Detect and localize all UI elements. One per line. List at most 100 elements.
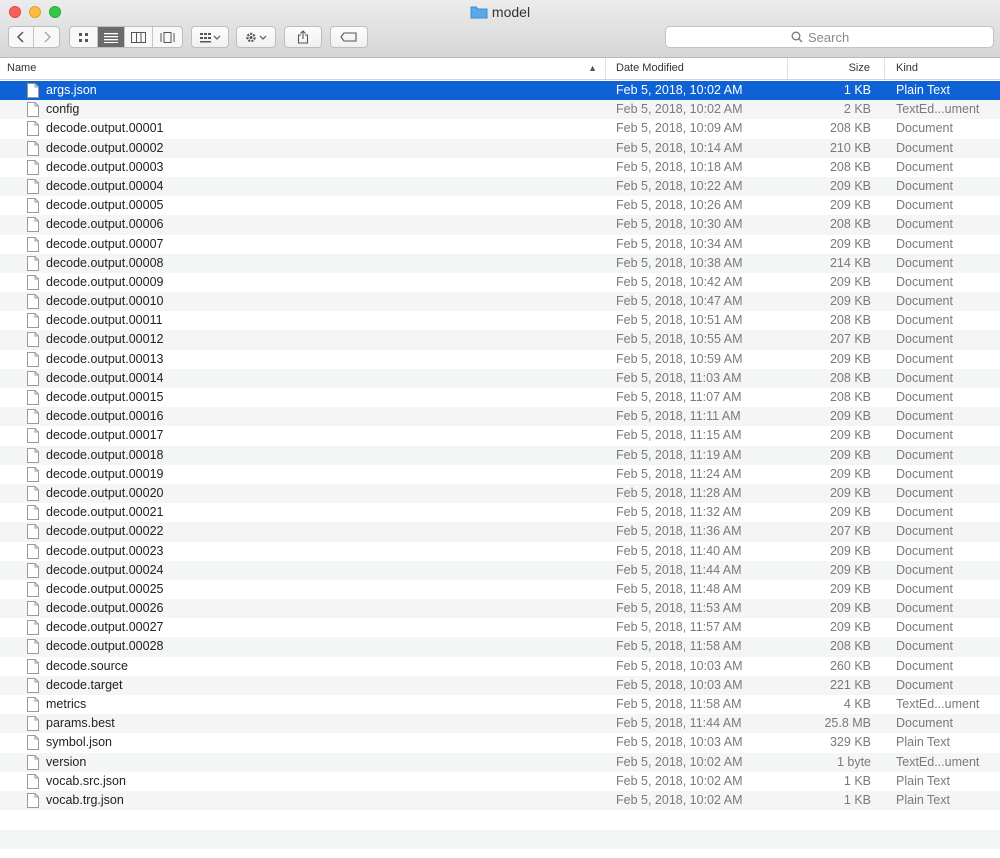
file-name: decode.output.00006 [46, 217, 164, 232]
file-row[interactable]: decode.output.00003 Feb 5, 2018, 10:18 AM… [0, 158, 1000, 177]
file-size: 208 KB [829, 121, 871, 136]
file-row[interactable]: decode.output.00010 Feb 5, 2018, 10:47 AM… [0, 292, 1000, 312]
document-icon [27, 332, 39, 348]
group-by-button[interactable] [191, 26, 229, 48]
file-size: 207 KB [829, 332, 871, 347]
file-kind: Document [896, 217, 953, 232]
file-row[interactable]: decode.output.00002 Feb 5, 2018, 10:14 AM… [0, 138, 1000, 158]
document-icon [27, 466, 39, 482]
chevron-right-icon [43, 31, 51, 43]
file-date-modified: Feb 5, 2018, 11:24 AM [616, 466, 742, 481]
file-row[interactable]: metrics Feb 5, 2018, 11:58 AM 4 KB TextEd..… [0, 695, 1000, 714]
file-row[interactable]: version Feb 5, 2018, 10:02 AM 1 byte TextEd… [0, 752, 1000, 772]
search-field[interactable] [665, 26, 994, 48]
file-size: 208 KB [829, 639, 871, 654]
tags-button[interactable] [330, 26, 368, 48]
file-row[interactable]: decode.output.00019 Feb 5, 2018, 11:24 AM… [0, 465, 1000, 484]
file-size: 260 KB [829, 658, 871, 673]
file-row[interactable]: vocab.src.json Feb 5, 2018, 10:02 AM 1 KB P… [0, 772, 1000, 791]
file-row[interactable]: decode.output.00024 Feb 5, 2018, 11:44 AM… [0, 560, 1000, 580]
column-header-name[interactable]: Name ▲ [0, 58, 606, 79]
file-size: 214 KB [829, 255, 871, 270]
icon-view-button[interactable] [70, 27, 98, 47]
file-row[interactable]: params.best Feb 5, 2018, 11:44 AM 25.8 MB D… [0, 714, 1000, 734]
cover-flow-button[interactable] [153, 27, 182, 47]
document-icon [27, 102, 39, 118]
file-row[interactable]: decode.output.00005 Feb 5, 2018, 10:26 AM… [0, 196, 1000, 215]
file-row[interactable]: args.json Feb 5, 2018, 10:02 AM 1 KB Plain … [0, 81, 1000, 101]
file-size: 4 KB [843, 697, 871, 711]
sort-ascending-icon: ▲ [588, 63, 597, 73]
file-size: 1 KB [843, 773, 871, 788]
file-row[interactable]: decode.output.00011 Feb 5, 2018, 10:51 AM… [0, 311, 1000, 330]
back-button[interactable] [9, 27, 35, 47]
file-row[interactable]: decode.output.00009 Feb 5, 2018, 10:42 AM… [0, 273, 1000, 292]
file-name: decode.output.00026 [46, 601, 164, 616]
forward-button[interactable] [34, 27, 59, 47]
file-size: 1 byte [836, 754, 871, 769]
document-icon [27, 792, 39, 808]
file-date-modified: Feb 5, 2018, 11:53 AM [616, 601, 742, 616]
file-row[interactable]: decode.output.00018 Feb 5, 2018, 11:19 AM… [0, 445, 1000, 465]
view-mode-control [69, 26, 183, 48]
list-view-button[interactable] [97, 27, 126, 47]
document-icon [27, 677, 39, 693]
document-icon [27, 217, 39, 233]
file-kind: Document [896, 639, 953, 654]
file-row[interactable]: decode.output.00013 Feb 5, 2018, 10:59 AM… [0, 350, 1000, 369]
share-button[interactable] [284, 26, 322, 48]
file-date-modified: Feb 5, 2018, 10:59 AM [616, 351, 743, 366]
file-row[interactable]: decode.output.00023 Feb 5, 2018, 11:40 AM… [0, 542, 1000, 561]
file-date-modified: Feb 5, 2018, 11:57 AM [616, 620, 742, 635]
file-row[interactable]: decode.output.00006 Feb 5, 2018, 10:30 AM… [0, 215, 1000, 235]
file-row[interactable]: decode.output.00020 Feb 5, 2018, 11:28 AM… [0, 483, 1000, 504]
file-row[interactable]: decode.output.00014 Feb 5, 2018, 11:03 AM… [0, 368, 1000, 388]
column-header-kind[interactable]: Kind [885, 58, 1000, 79]
column-header: Name ▲ Date Modified Size Kind [0, 58, 1000, 80]
file-row[interactable]: decode.output.00016 Feb 5, 2018, 11:11 AM… [0, 407, 1000, 427]
column-header-date[interactable]: Date Modified [606, 58, 788, 79]
file-name: vocab.src.json [46, 773, 126, 788]
document-icon [27, 121, 39, 137]
file-row[interactable]: decode.source Feb 5, 2018, 10:03 AM 260 KB… [0, 657, 1000, 676]
search-input[interactable] [808, 29, 868, 45]
file-row[interactable]: decode.output.00028 Feb 5, 2018, 11:58 AM… [0, 637, 1000, 657]
file-name: config [46, 102, 80, 117]
column-header-size[interactable]: Size [788, 58, 885, 79]
file-size: 209 KB [829, 562, 871, 577]
file-name: decode.output.00024 [46, 562, 164, 577]
file-row[interactable]: decode.output.00012 Feb 5, 2018, 10:55 AM… [0, 330, 1000, 350]
file-row[interactable]: decode.output.00001 Feb 5, 2018, 10:09 AM… [0, 119, 1000, 138]
file-row[interactable]: decode.output.00007 Feb 5, 2018, 10:34 AM… [0, 235, 1000, 254]
file-row[interactable]: decode.output.00026 Feb 5, 2018, 11:53 AM… [0, 599, 1000, 619]
file-row[interactable]: decode.output.00021 Feb 5, 2018, 11:32 AM… [0, 503, 1000, 522]
file-name: version [46, 754, 87, 769]
file-list: args.json Feb 5, 2018, 10:02 AM 1 KB Plain … [0, 81, 1000, 811]
document-icon [27, 639, 39, 655]
file-row[interactable]: decode.output.00027 Feb 5, 2018, 11:57 AM… [0, 618, 1000, 637]
action-menu-button[interactable] [236, 26, 276, 48]
file-row[interactable]: decode.output.00015 Feb 5, 2018, 11:07 AM… [0, 388, 1000, 407]
file-row[interactable]: vocab.trg.json Feb 5, 2018, 10:02 AM 1 KB P… [0, 790, 1000, 811]
file-date-modified: Feb 5, 2018, 10:26 AM [616, 198, 743, 213]
file-name: decode.source [46, 658, 129, 673]
file-row[interactable]: decode.output.00008 Feb 5, 2018, 10:38 AM… [0, 253, 1000, 273]
column-view-button[interactable] [125, 27, 153, 47]
file-row[interactable]: decode.output.00025 Feb 5, 2018, 11:48 AM… [0, 580, 1000, 599]
file-date-modified: Feb 5, 2018, 11:44 AM [616, 562, 742, 577]
file-kind: Document [896, 294, 953, 309]
file-size: 25.8 MB [824, 716, 871, 731]
document-icon [27, 485, 39, 501]
file-row[interactable]: config Feb 5, 2018, 10:02 AM 2 KB TextEd...… [0, 100, 1000, 120]
file-row[interactable]: decode.output.00022 Feb 5, 2018, 11:36 AM… [0, 522, 1000, 542]
file-row[interactable]: decode.target Feb 5, 2018, 10:03 AM 221 KB… [0, 675, 1000, 695]
file-kind: Document [896, 677, 953, 692]
file-row[interactable]: symbol.json Feb 5, 2018, 10:03 AM 329 KB Pl… [0, 733, 1000, 752]
file-kind: Document [896, 313, 953, 328]
file-date-modified: Feb 5, 2018, 10:42 AM [616, 274, 743, 289]
document-icon [27, 620, 39, 636]
file-kind: Document [896, 198, 953, 213]
file-row[interactable]: decode.output.00017 Feb 5, 2018, 11:15 AM… [0, 426, 1000, 445]
file-row[interactable]: decode.output.00004 Feb 5, 2018, 10:22 AM… [0, 176, 1000, 197]
file-kind: Document [896, 121, 953, 136]
